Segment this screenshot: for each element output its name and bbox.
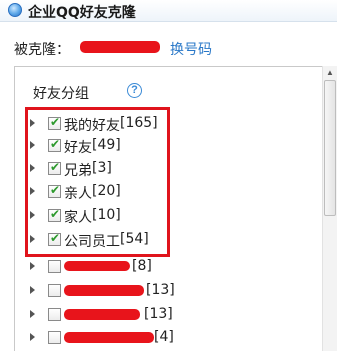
group-checkbox[interactable] [48, 331, 61, 344]
cloned-account-label: 被克隆： [14, 42, 70, 58]
group-count: [4] [154, 329, 174, 345]
redacted-account-number [80, 41, 160, 53]
expand-arrow-icon[interactable] [30, 333, 35, 341]
selected-groups-highlight [25, 107, 170, 257]
redacted-group-name [64, 285, 144, 296]
app-logo-icon [8, 3, 22, 17]
expand-arrow-icon[interactable] [30, 262, 35, 270]
window-title: 企业QQ好友克隆 [28, 5, 136, 21]
group-count: [13] [146, 282, 175, 298]
redacted-group-name [64, 309, 140, 320]
group-row[interactable]: [4] [30, 328, 320, 348]
group-row[interactable]: [13] [30, 305, 320, 325]
group-count: [8] [132, 258, 152, 274]
expand-arrow-icon[interactable] [30, 286, 35, 294]
redacted-group-name [64, 261, 130, 271]
help-icon[interactable]: ? [127, 83, 142, 98]
group-count: [13] [144, 306, 173, 322]
title-bar: 企业QQ好友克隆 [0, 0, 337, 22]
expand-arrow-icon[interactable] [30, 310, 35, 318]
scroll-up-arrow-icon[interactable]: ▲ [323, 66, 337, 80]
scrollbar-thumb[interactable] [324, 80, 336, 216]
scrollbar[interactable]: ▲ [322, 66, 337, 351]
group-checkbox[interactable] [48, 260, 61, 273]
group-checkbox[interactable] [48, 308, 61, 321]
friend-groups-heading: 好友分组 [33, 86, 89, 102]
group-checkbox[interactable] [48, 284, 61, 297]
redacted-group-name [64, 332, 154, 343]
group-row[interactable]: [8] [30, 257, 320, 277]
change-number-link[interactable]: 换号码 [170, 39, 212, 59]
group-row[interactable]: [13] [30, 281, 320, 301]
